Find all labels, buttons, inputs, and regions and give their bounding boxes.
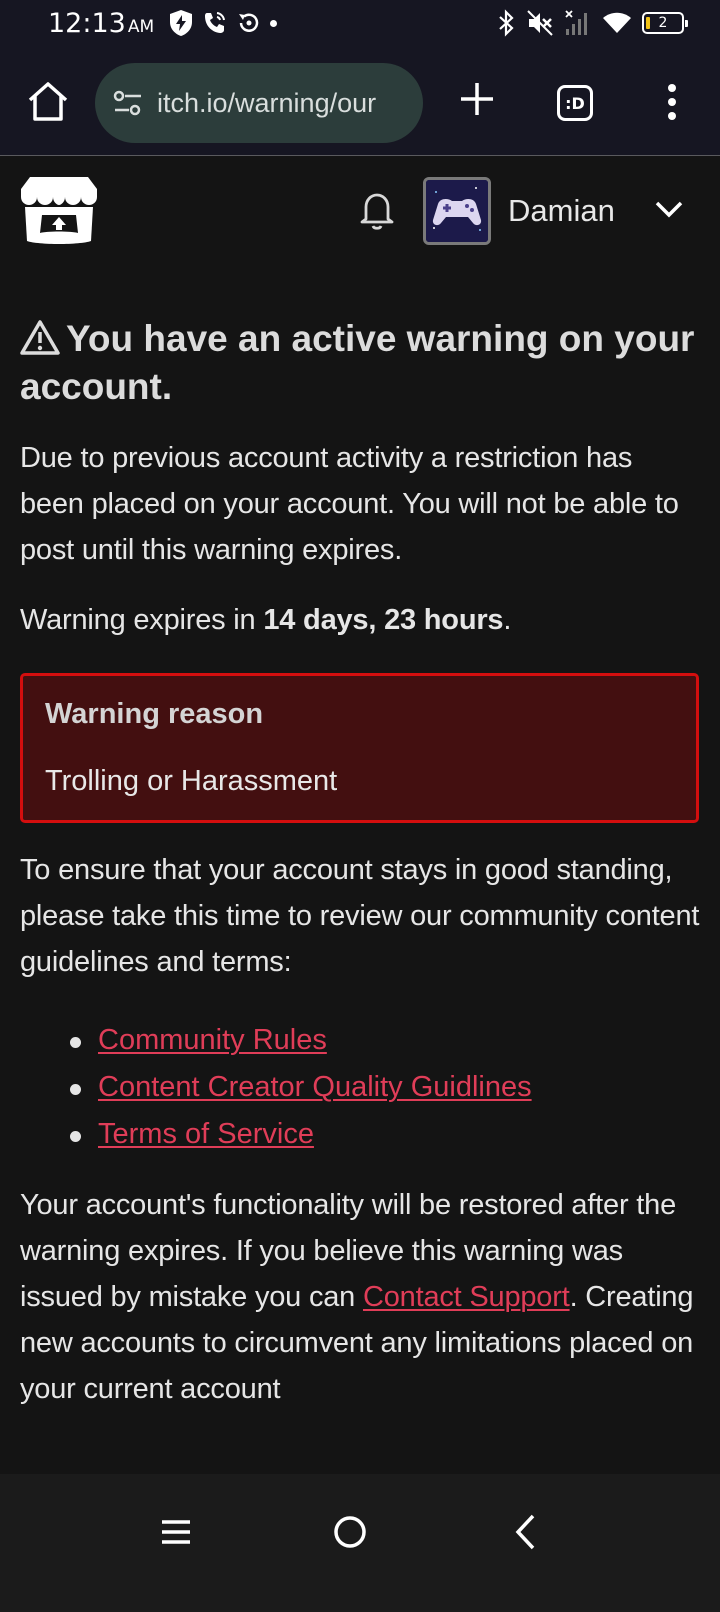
system-nav-bar [0, 1474, 720, 1612]
expires-paragraph: Warning expires in 14 days, 23 hours. [20, 597, 700, 643]
home-circle-icon[interactable] [332, 1514, 368, 1550]
recent-apps-icon[interactable] [160, 1518, 192, 1546]
intro-paragraph: Due to previous account activity a restr… [20, 442, 679, 566]
warning-reason-text: Trolling or Harassment [45, 765, 338, 797]
page-title: You have an active warning on your accou… [20, 315, 700, 411]
restore-paragraph: Your account's functionality will be res… [20, 1182, 700, 1412]
chevron-down-icon[interactable] [654, 197, 684, 221]
sync-icon [239, 13, 259, 32]
itchio-logo-icon[interactable] [20, 175, 98, 245]
quality-guidelines-link[interactable]: Content Creator Quality Guidlines [98, 1071, 532, 1103]
list-item: Terms of Service [70, 1111, 700, 1158]
notification-dot-icon [270, 19, 277, 27]
warning-reason-title: Warning reason [45, 698, 264, 730]
new-tab-icon[interactable] [458, 80, 496, 118]
status-time: 12:13 AM [48, 8, 154, 39]
avatar[interactable] [423, 177, 491, 245]
gamepad-icon [426, 180, 488, 242]
review-paragraph: To ensure that your account stays in goo… [20, 854, 700, 978]
status-bar: 12:13 AM 2 [0, 0, 720, 50]
guidelines-list: Community Rules Content Creator Quality … [70, 1017, 700, 1158]
page-title-text: You have an active warning on your accou… [20, 318, 695, 407]
battery-level: 2 [658, 15, 668, 31]
ampm-text: AM [127, 17, 155, 37]
wifi-call-icon [205, 12, 225, 33]
list-item: Content Creator Quality Guidlines [70, 1064, 700, 1111]
shield-bolt-icon [170, 10, 192, 36]
wifi-icon [603, 12, 631, 33]
notifications-bell-icon[interactable] [358, 189, 396, 231]
warning-reason-box: Warning reason Trolling or Harassment [20, 673, 699, 823]
tab-switcher-button[interactable]: :D [557, 85, 593, 121]
expires-value: 14 days, 23 hours [263, 604, 504, 636]
back-icon[interactable] [512, 1512, 538, 1552]
mute-icon [527, 10, 553, 36]
expires-suffix: . [503, 604, 512, 636]
more-options-icon[interactable] [660, 80, 684, 124]
home-icon[interactable] [26, 80, 70, 124]
list-item: Community Rules [70, 1017, 700, 1064]
browser-toolbar: itch.io/warning/our :D [0, 50, 720, 156]
tab-switcher-label: :D [565, 93, 585, 113]
url-text: itch.io/warning/our [157, 87, 377, 118]
battery-icon: 2 [642, 12, 688, 34]
signal-icon [565, 10, 587, 35]
warning-page: You have an active warning on your accou… [20, 315, 700, 1412]
site-settings-icon[interactable] [111, 86, 145, 120]
time-text: 12:13 [48, 8, 126, 39]
warning-icon [20, 320, 60, 355]
bluetooth-icon [499, 9, 514, 37]
contact-support-link[interactable]: Contact Support [363, 1281, 570, 1313]
username[interactable]: Damian [508, 193, 615, 229]
community-rules-link[interactable]: Community Rules [98, 1024, 327, 1056]
address-bar[interactable]: itch.io/warning/our [95, 63, 423, 143]
terms-of-service-link[interactable]: Terms of Service [98, 1118, 314, 1150]
site-header: Damian [0, 157, 720, 277]
expires-prefix: Warning expires in [20, 604, 264, 636]
